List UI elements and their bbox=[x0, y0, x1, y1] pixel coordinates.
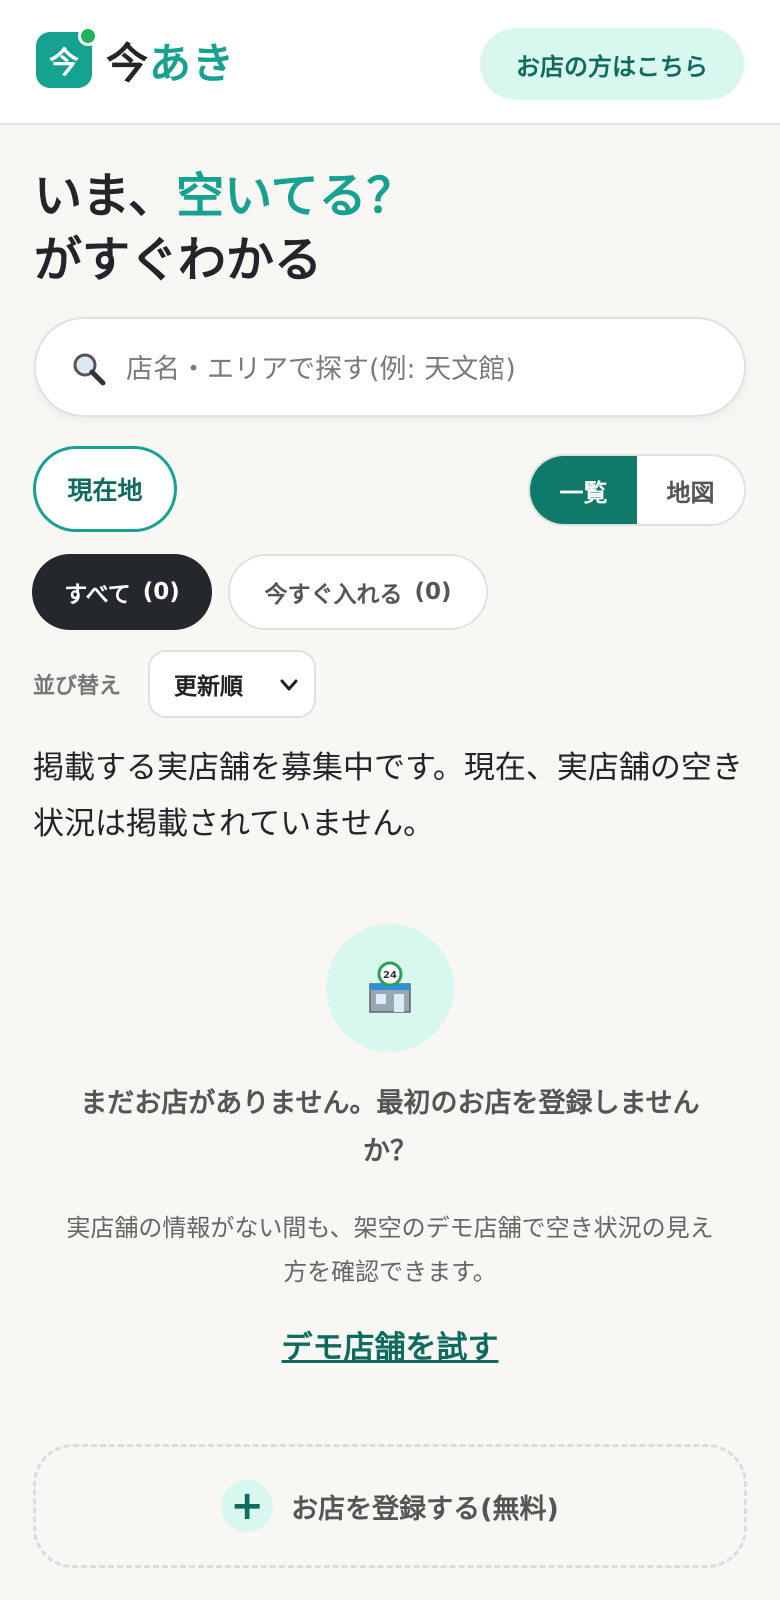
hero-line2: がすぐわかる bbox=[34, 232, 323, 288]
register-store-label: お店を登録する(無料) bbox=[291, 1493, 559, 1525]
chevron-down-icon bbox=[280, 679, 298, 691]
logo-text[interactable]: 今あき bbox=[106, 30, 235, 91]
empty-state-illustration: 24 bbox=[326, 924, 454, 1052]
logo-status-dot bbox=[78, 26, 98, 46]
convenience-store-24h-icon: 24 bbox=[369, 961, 411, 1013]
hero-line1-accent: 空いてる？ bbox=[176, 168, 415, 224]
search-input[interactable] bbox=[126, 341, 716, 397]
empty-state-title: まだお店がありません。最初のお店を登録しませんか？ bbox=[80, 1088, 700, 1167]
sort-label: 並び替え bbox=[33, 674, 122, 699]
search-icon bbox=[73, 353, 106, 386]
filter-all-count: (0) bbox=[142, 579, 180, 605]
try-demo-store-link[interactable]: デモ店舗を試す bbox=[0, 1322, 780, 1367]
plus-icon: + bbox=[221, 1480, 274, 1532]
view-toggle: 一覧 地図 bbox=[528, 454, 746, 526]
recruiting-notice: 掲載する実店舗を募集中です。現在、実店舗の空き状況は掲載されていません。 bbox=[33, 750, 743, 842]
register-store-button[interactable]: + お店を登録する(無料) bbox=[33, 1444, 747, 1568]
hero-heading: いま、空いてる？ がすぐわかる bbox=[34, 164, 415, 292]
search-bar bbox=[34, 317, 746, 417]
svg-text:24: 24 bbox=[383, 970, 397, 981]
sort-selected-value: 更新順 bbox=[174, 674, 243, 700]
current-location-button[interactable]: 現在地 bbox=[33, 446, 177, 532]
app-header: 今 今あき お店の方はこちら bbox=[0, 0, 780, 125]
view-list-button[interactable]: 一覧 bbox=[530, 456, 637, 524]
filter-now-count: (0) bbox=[414, 579, 452, 605]
hero-line1-prefix: いま、 bbox=[34, 168, 177, 224]
filter-all-chip[interactable]: すべて (0) bbox=[32, 554, 212, 630]
owner-login-button[interactable]: お店の方はこちら bbox=[480, 28, 744, 100]
view-map-button[interactable]: 地図 bbox=[637, 456, 744, 524]
filter-all-label: すべて bbox=[64, 582, 131, 608]
empty-state-description: 実店舗の情報がない間も、架空のデモ店舗で空き状況の見え方を確認できます。 bbox=[66, 1214, 714, 1286]
filter-now-label: 今すぐ入れる bbox=[264, 582, 403, 608]
logo-text-part-2: あき bbox=[149, 39, 236, 88]
filter-available-now-chip[interactable]: 今すぐ入れる (0) bbox=[228, 554, 488, 630]
sort-select[interactable]: 更新順 bbox=[148, 650, 316, 718]
logo-text-part-1: 今 bbox=[106, 39, 150, 88]
